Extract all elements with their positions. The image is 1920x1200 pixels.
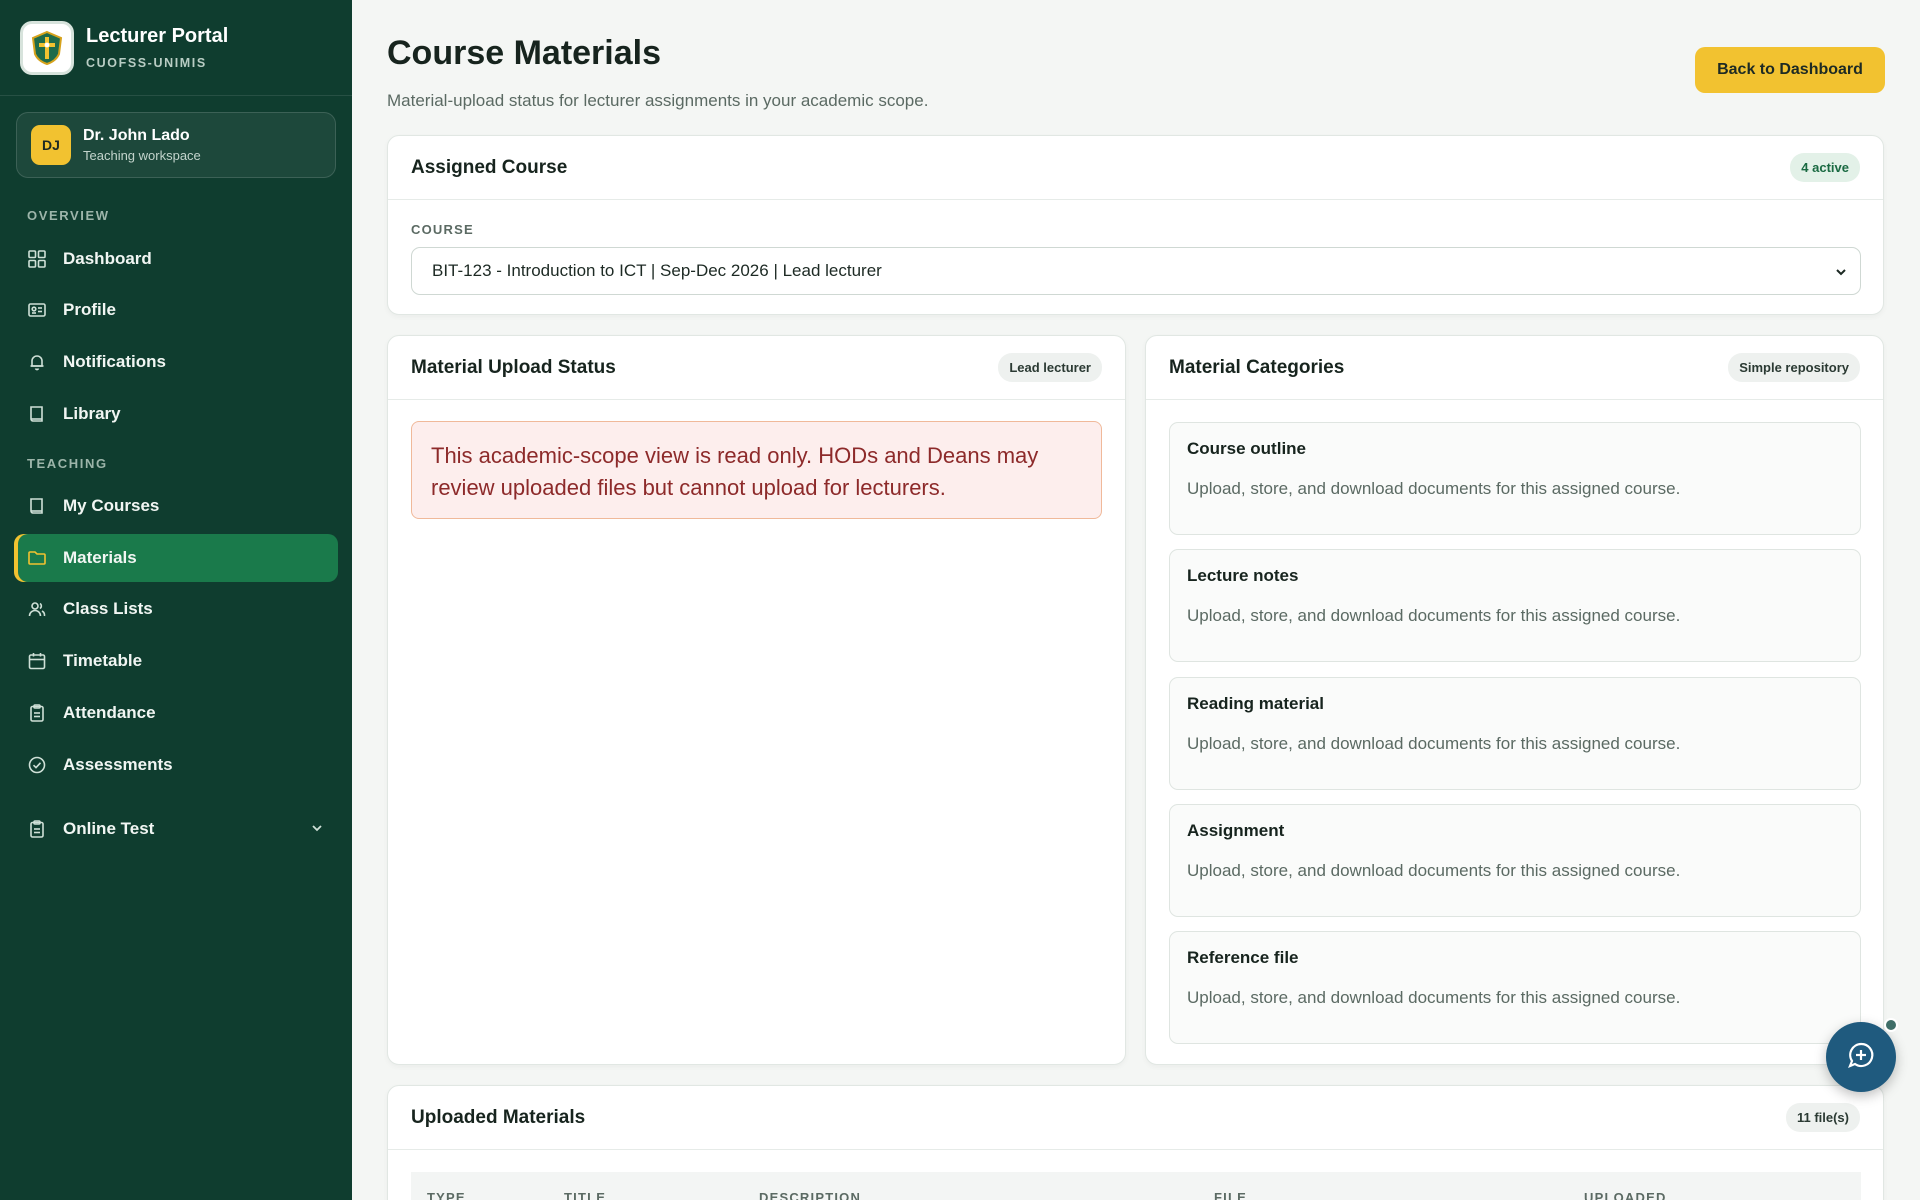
sidebar-item-timetable[interactable]: Timetable — [14, 637, 338, 685]
users-icon — [27, 599, 47, 619]
sidebar-item-online-test[interactable]: Online Test — [14, 805, 338, 853]
category-title: Reference file — [1187, 948, 1299, 967]
sidebar-item-label: Online Test — [63, 819, 155, 838]
user-name: Dr. John Lado — [83, 127, 190, 144]
user-card[interactable]: DJ Dr. John Lado Teaching workspace — [16, 112, 336, 178]
bell-icon — [27, 352, 47, 372]
brand-title: Lecturer Portal — [86, 25, 229, 47]
category-description: Upload, store, and download documents fo… — [1187, 734, 1681, 753]
category-description: Upload, store, and download documents fo… — [1187, 861, 1681, 880]
clipboard-icon — [27, 703, 47, 723]
table-header: TYPE TITLE DESCRIPTION FILE UPLOADED — [411, 1172, 1861, 1200]
category-item[interactable]: Reading material Upload, store, and down… — [1169, 677, 1861, 790]
card-title: Assigned Course — [411, 156, 568, 178]
sidebar-item-label: Library — [63, 404, 121, 423]
online-indicator — [1884, 1018, 1898, 1032]
clipboard-icon — [27, 819, 47, 839]
category-description: Upload, store, and download documents fo… — [1187, 479, 1681, 498]
calendar-icon — [27, 651, 47, 671]
category-item[interactable]: Reference file Upload, store, and downlo… — [1169, 931, 1861, 1044]
column-header-file[interactable]: FILE — [1214, 1190, 1247, 1200]
column-header-description[interactable]: DESCRIPTION — [759, 1190, 861, 1200]
page-title: Course Materials — [387, 34, 661, 72]
sidebar: Lecturer Portal CUOFSS-UNIMIS DJ Dr. Joh… — [0, 0, 352, 1200]
main-content: Course Materials Material-upload status … — [352, 0, 1920, 1200]
column-header-title[interactable]: TITLE — [564, 1190, 606, 1200]
card-title: Material Upload Status — [411, 356, 616, 378]
column-header-uploaded[interactable]: UPLOADED — [1584, 1190, 1667, 1200]
sidebar-item-library[interactable]: Library — [14, 390, 338, 438]
upload-status-card: Material Upload Status Lead lecturer Thi… — [387, 335, 1126, 1065]
category-title: Lecture notes — [1187, 566, 1299, 585]
book-icon — [27, 404, 47, 424]
id-card-icon — [27, 300, 47, 320]
course-select-value: BIT-123 - Introduction to ICT | Sep-Dec … — [432, 261, 882, 280]
repository-badge: Simple repository — [1728, 353, 1860, 382]
brand-subtitle: CUOFSS-UNIMIS — [86, 56, 207, 70]
sidebar-item-attendance[interactable]: Attendance — [14, 689, 338, 737]
check-circle-icon — [27, 755, 47, 775]
material-categories-card: Material Categories Simple repository Co… — [1145, 335, 1884, 1065]
category-title: Reading material — [1187, 694, 1324, 713]
role-badge: Lead lecturer — [998, 353, 1102, 382]
assigned-course-card: Assigned Course 4 active COURSE BIT-123 … — [387, 135, 1884, 315]
sidebar-item-label: Class Lists — [63, 599, 153, 618]
file-count-badge: 11 file(s) — [1785, 1103, 1860, 1132]
sidebar-item-profile[interactable]: Profile — [14, 286, 338, 334]
page-subtitle: Material-upload status for lecturer assi… — [387, 91, 929, 110]
back-to-dashboard-button[interactable]: Back to Dashboard — [1695, 47, 1885, 93]
nav-section-teaching: TEACHING — [27, 456, 108, 471]
sidebar-item-label: Materials — [63, 548, 137, 567]
sidebar-item-notifications[interactable]: Notifications — [14, 338, 338, 386]
uploaded-materials-card: Uploaded Materials 11 file(s) TYPE TITLE… — [387, 1085, 1884, 1200]
book-icon — [27, 496, 47, 516]
university-logo — [20, 20, 74, 75]
course-select[interactable]: BIT-123 - Introduction to ICT | Sep-Dec … — [411, 247, 1861, 295]
category-item[interactable]: Lecture notes Upload, store, and downloa… — [1169, 549, 1861, 662]
category-title: Course outline — [1187, 439, 1307, 458]
category-title: Assignment — [1187, 821, 1285, 840]
chevron-down-icon — [1834, 264, 1848, 284]
chat-icon — [1846, 1040, 1876, 1075]
read-only-alert: This academic-scope view is read only. H… — [411, 421, 1102, 519]
user-role: Teaching workspace — [83, 148, 201, 163]
sidebar-item-label: My Courses — [63, 496, 160, 515]
sidebar-item-label: Timetable — [63, 651, 143, 670]
sidebar-item-label: Attendance — [63, 703, 156, 722]
status-badge: 4 active — [1790, 153, 1860, 182]
category-item[interactable]: Course outline Upload, store, and downlo… — [1169, 422, 1861, 535]
chat-assistant-button[interactable] — [1826, 1022, 1896, 1092]
category-description: Upload, store, and download documents fo… — [1187, 988, 1681, 1007]
nav-section-overview: OVERVIEW — [27, 208, 110, 223]
category-description: Upload, store, and download documents fo… — [1187, 606, 1681, 625]
sidebar-item-label: Assessments — [63, 755, 173, 774]
grid-icon — [27, 249, 47, 269]
sidebar-item-assessments[interactable]: Assessments — [14, 741, 338, 789]
card-title: Uploaded Materials — [411, 1106, 586, 1128]
card-title: Material Categories — [1169, 356, 1345, 378]
chevron-down-icon[interactable] — [310, 820, 324, 840]
sidebar-item-dashboard[interactable]: Dashboard — [14, 235, 338, 283]
column-header-type[interactable]: TYPE — [427, 1190, 466, 1200]
sidebar-item-my-courses[interactable]: My Courses — [14, 482, 338, 530]
sidebar-item-label: Profile — [63, 300, 116, 319]
sidebar-item-class-lists[interactable]: Class Lists — [14, 585, 338, 633]
sidebar-item-label: Dashboard — [63, 249, 152, 268]
avatar: DJ — [31, 125, 71, 165]
sidebar-item-materials[interactable]: Materials — [14, 534, 338, 582]
sidebar-item-label: Notifications — [63, 352, 166, 371]
brand-header: Lecturer Portal CUOFSS-UNIMIS — [0, 0, 352, 96]
course-field-label: COURSE — [411, 222, 474, 237]
category-item[interactable]: Assignment Upload, store, and download d… — [1169, 804, 1861, 917]
folder-icon — [27, 548, 47, 568]
